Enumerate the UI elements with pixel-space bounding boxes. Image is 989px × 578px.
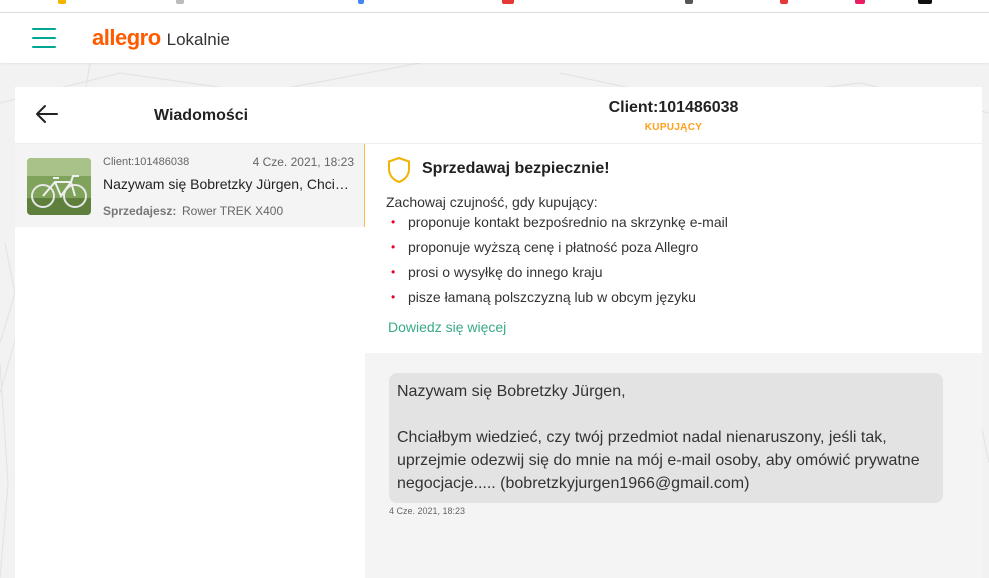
chat-header: Client:101486038 KUPUJĄCY — [365, 87, 982, 143]
message-line: Chciałbym wiedzieć, czy twój przedmiot n… — [397, 429, 887, 446]
message-timestamp: 4 Cze. 2021, 18:23 — [389, 506, 466, 516]
conversation-list-item[interactable]: Client:101486038 4 Cze. 2021, 18:23 Nazy… — [15, 144, 368, 227]
conversation-preview: Nazywam się Bobretzky Jürgen, Chciałbym … — [103, 176, 355, 192]
bullet-icon: • — [391, 215, 396, 229]
browser-bookmarks-strip — [0, 0, 989, 13]
message-line: Nazywam się Bobretzky Jürgen, — [397, 383, 626, 400]
product-name: Rower TREK X400 — [182, 204, 284, 218]
page-title: Wiadomości — [154, 107, 249, 124]
safety-notice: Sprzedawaj bezpiecznie! Zachowaj czujnoś… — [365, 144, 982, 353]
safety-warning-text: proponuje kontakt bezpośrednio na skrzyn… — [408, 214, 728, 230]
hamburger-menu-icon[interactable] — [32, 28, 56, 48]
allegro-lokalnie-logo[interactable]: allegro Lokalnie — [92, 25, 230, 51]
safety-warning-item: • prosi o wysyłkę do innego kraju — [386, 263, 728, 288]
safety-warning-item: • proponuje kontakt bezpośrednio na skrzy… — [386, 213, 728, 238]
message-bubble: Nazywam się Bobretzky Jürgen, Chciałbym … — [389, 373, 943, 503]
chat-messages-area: Nazywam się Bobretzky Jürgen, Chciałbym … — [365, 353, 982, 578]
safety-warning-list: • proponuje kontakt bezpośrednio na skrzy… — [386, 213, 728, 313]
safety-warning-text: proponuje wyższą cenę i płatność poza Al… — [408, 239, 699, 255]
bullet-icon: • — [391, 290, 396, 304]
arrow-left-icon[interactable] — [35, 104, 59, 124]
selling-label: Sprzedajesz: — [103, 204, 177, 218]
message-line: uprzejmie odezwij się do mnie na mój e-m… — [397, 452, 920, 469]
conversation-date: 4 Cze. 2021, 18:23 — [252, 155, 354, 169]
conversation-client: Client:101486038 — [103, 156, 190, 168]
safety-warning-text: pisze łamaną polszczyzną lub w obcym jęz… — [408, 289, 696, 305]
conversations-header: Wiadomości — [15, 87, 365, 143]
top-navigation-bar: allegro Lokalnie — [0, 13, 989, 63]
bullet-icon: • — [391, 265, 396, 279]
logo-brand-text: allegro — [92, 25, 161, 50]
safety-warning-item: • pisze łamaną polszczyzną lub w obcym ję… — [386, 288, 728, 313]
message-line: negocjacje..... (bobretzkyjurgen1966@gma… — [397, 475, 750, 492]
logo-sub-text: Lokalnie — [166, 30, 230, 49]
shield-icon — [388, 157, 410, 183]
chat-client-name: Client:101486038 — [608, 99, 739, 116]
messages-panel: Wiadomości Client:101486038 KUPUJĄCY Cli… — [15, 87, 982, 578]
product-thumbnail — [27, 158, 91, 215]
learn-more-link[interactable]: Dowiedz się więcej — [388, 319, 506, 335]
safety-warning-text: prosi o wysyłkę do innego kraju — [408, 264, 603, 280]
safety-intro: Zachowaj czujność, gdy kupujący: — [386, 194, 598, 210]
bullet-icon: • — [391, 240, 396, 254]
chat-client-role-badge: KUPUJĄCY — [644, 122, 703, 133]
safety-title: Sprzedawaj bezpiecznie! — [422, 160, 610, 177]
safety-warning-item: • proponuje wyższą cenę i płatność poza A… — [386, 238, 728, 263]
